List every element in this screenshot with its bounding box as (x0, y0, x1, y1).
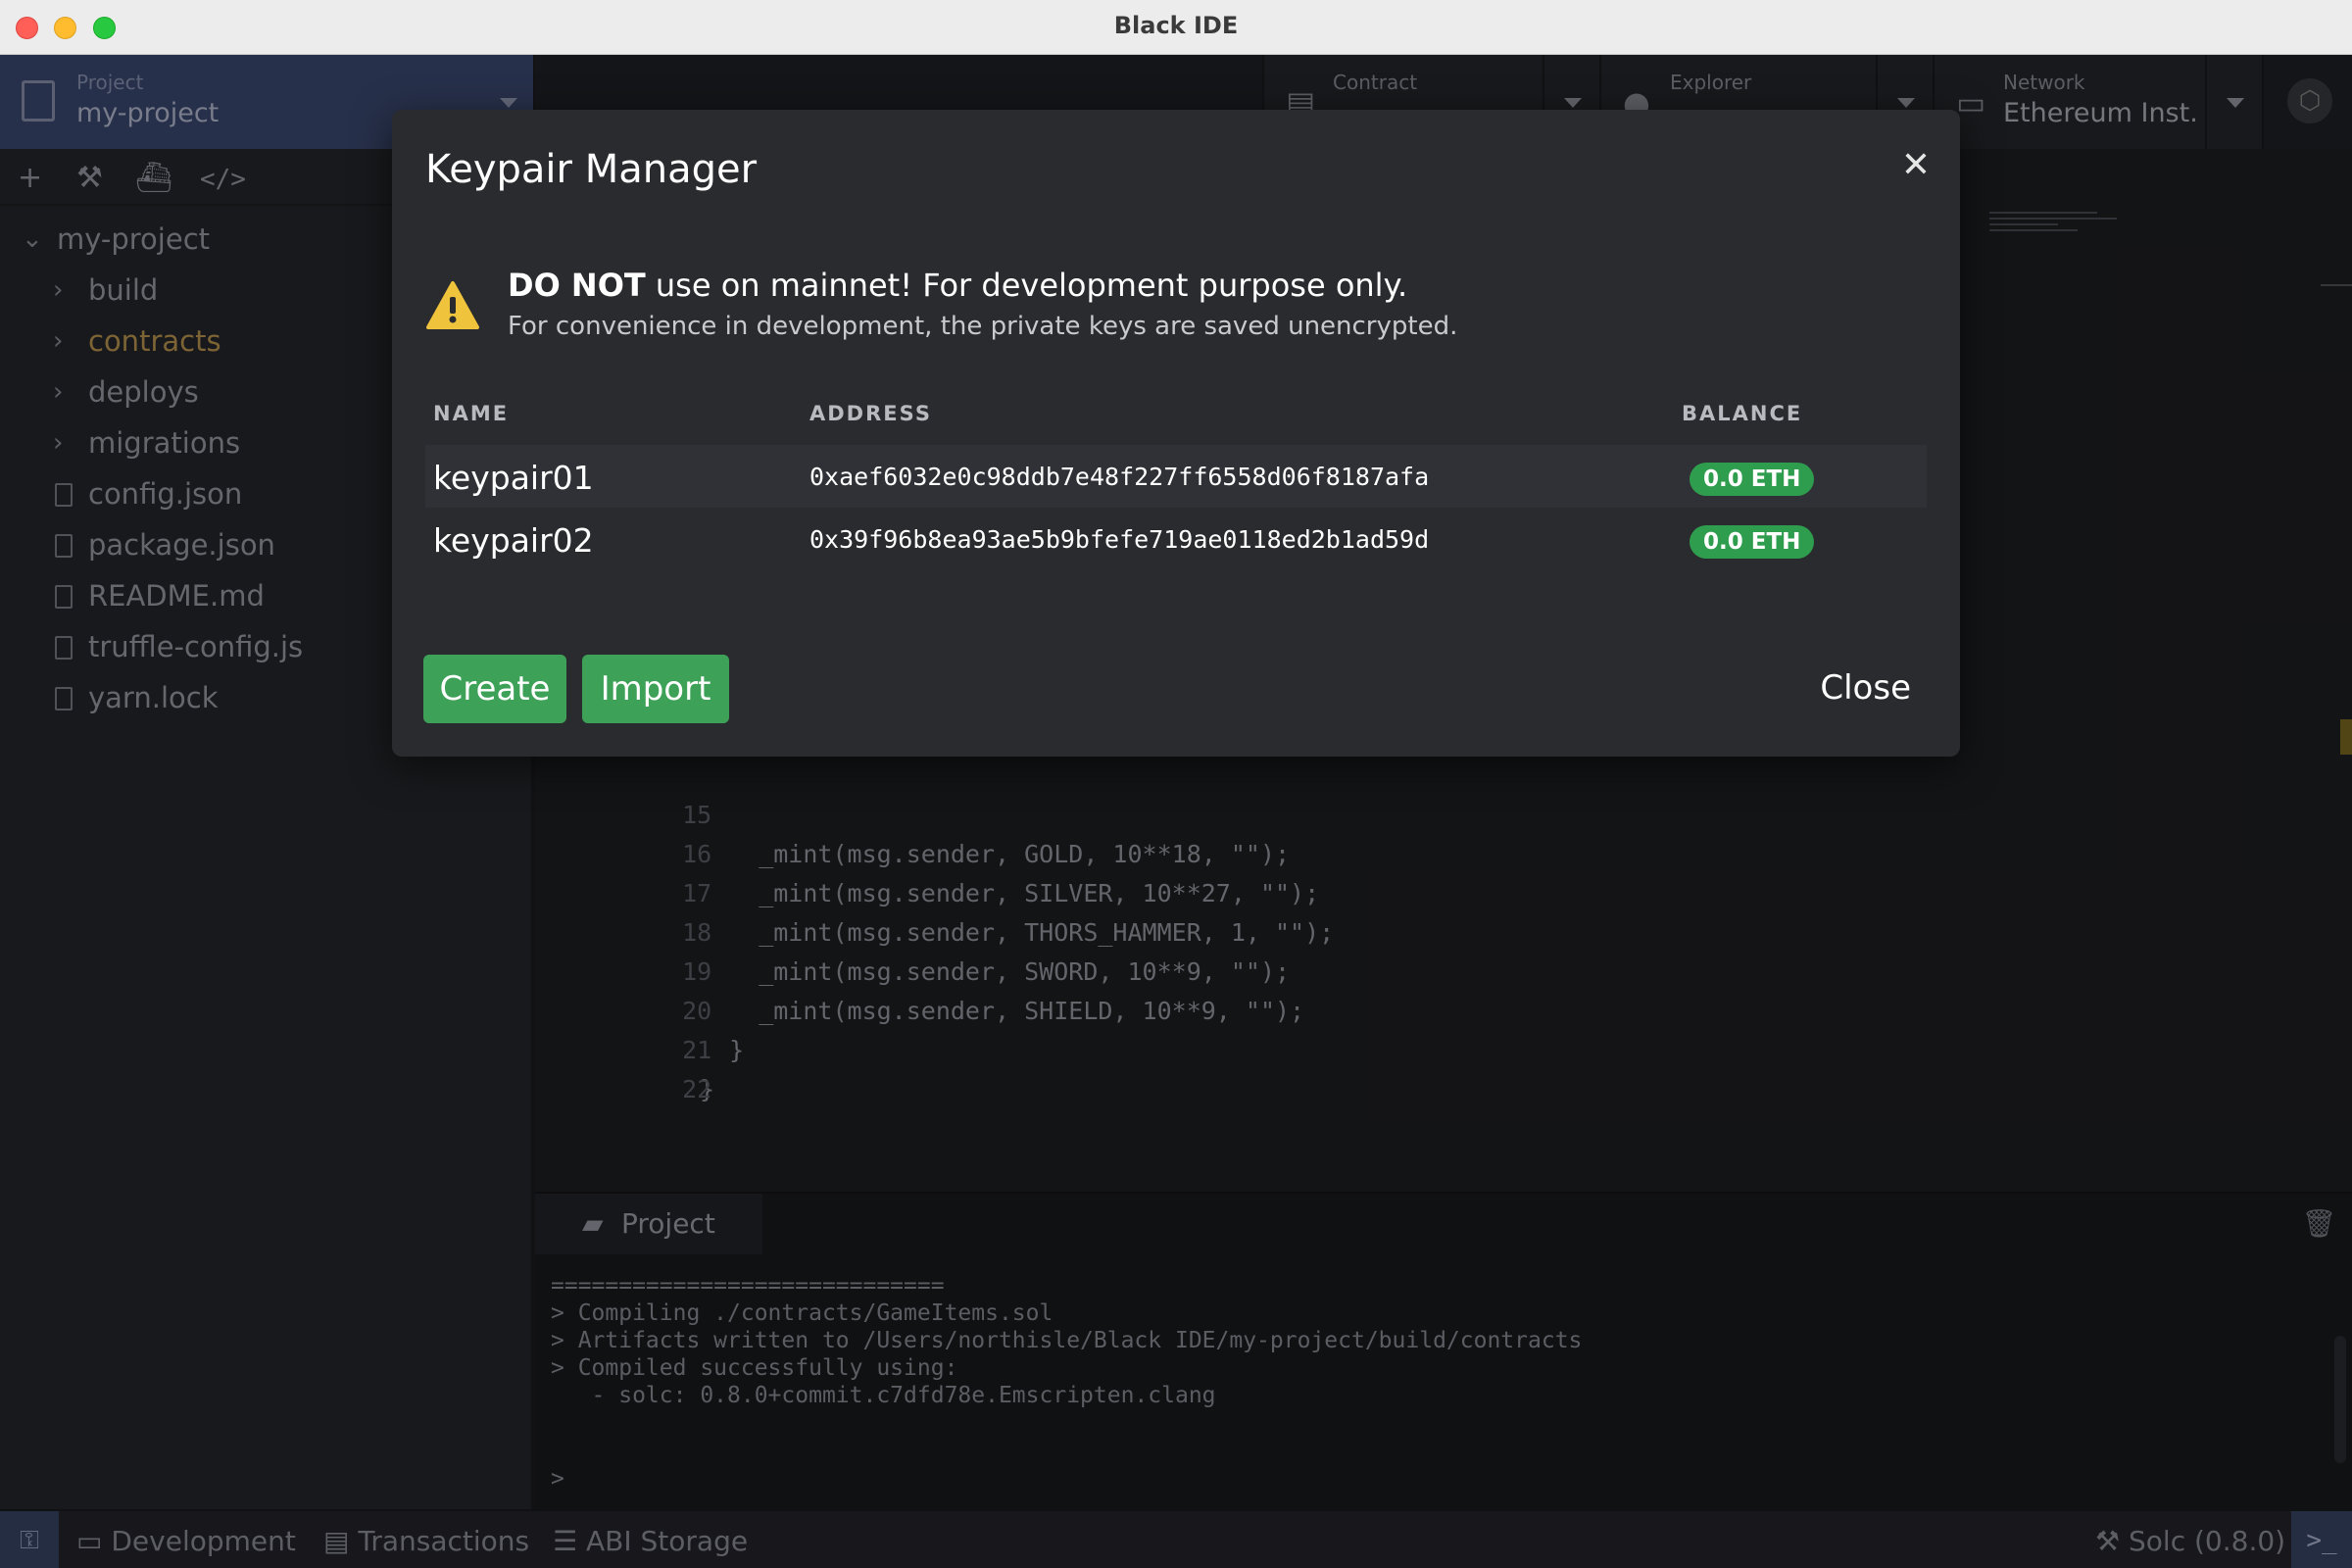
window-title: Black IDE (1113, 12, 1239, 39)
balance-badge: 0.0 ETH (1690, 525, 1815, 559)
close-button[interactable]: Close (1820, 668, 1911, 708)
modal-title: Keypair Manager (425, 147, 758, 192)
create-button[interactable]: Create (423, 655, 566, 723)
keypair-name: keypair01 (433, 459, 594, 497)
keypair-manager-modal: Keypair Manager ✕ DO NOT use on mainnet!… (392, 110, 1960, 757)
title-bar: Black IDE (0, 0, 2352, 55)
column-header-address: ADDRESS (809, 402, 932, 425)
balance-badge: 0.0 ETH (1690, 463, 1815, 496)
column-header-balance: BALANCE (1682, 402, 1803, 425)
keypair-row[interactable]: keypair02 0x39f96b8ea93ae5b9bfefe719ae01… (425, 508, 1927, 570)
column-header-name: NAME (433, 402, 510, 425)
close-icon[interactable]: ✕ (1901, 145, 1931, 185)
warning-heading: DO NOT use on mainnet! For development p… (508, 267, 1408, 304)
keypair-name: keypair02 (433, 521, 594, 560)
warning-icon (426, 281, 479, 329)
import-button[interactable]: Import (582, 655, 729, 723)
keypair-address[interactable]: 0xaef6032e0c98ddb7e48f227ff6558d06f8187a… (809, 463, 1429, 491)
keypair-address[interactable]: 0x39f96b8ea93ae5b9bfefe719ae0118ed2b1ad5… (809, 525, 1429, 554)
keypair-row[interactable]: keypair01 0xaef6032e0c98ddb7e48f227ff655… (425, 445, 1927, 508)
warning-subtext: For convenience in development, the priv… (508, 312, 1458, 341)
